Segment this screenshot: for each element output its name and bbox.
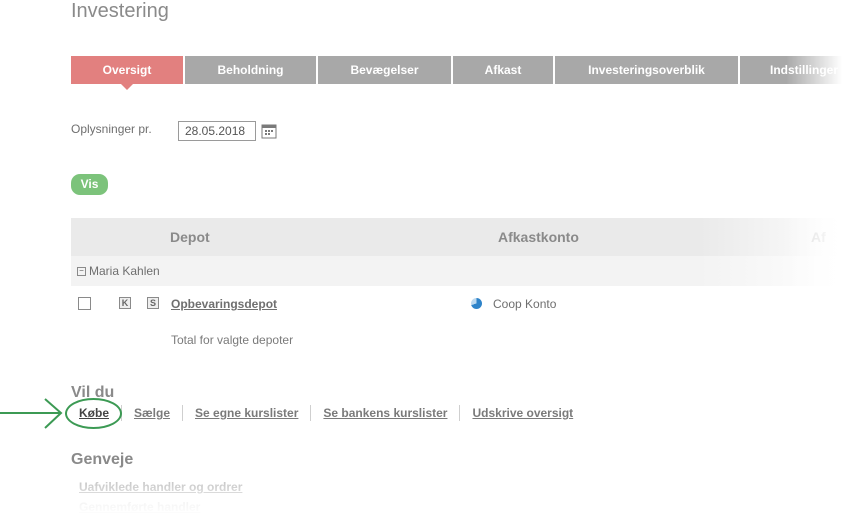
genveje-heading: Genveje	[71, 451, 134, 468]
action-links: Købe Sælge Se egne kurslister Se bankens…	[79, 405, 585, 421]
page-title: Investering	[71, 0, 169, 22]
collapse-icon[interactable]: −	[77, 267, 86, 276]
coop-icon	[471, 298, 482, 309]
table-header: Depot Afkastkonto Af	[71, 218, 856, 256]
own-price-lists-link[interactable]: Se egne kurslister	[182, 405, 310, 421]
tab-afkast[interactable]: Afkast	[453, 56, 553, 84]
k-badge-icon[interactable]: K	[119, 297, 131, 309]
row-checkbox[interactable]	[78, 297, 91, 310]
group-row: − Maria Kahlen	[71, 256, 856, 286]
header-depot: Depot	[170, 229, 210, 245]
depot-link[interactable]: Opbevaringsdepot	[171, 297, 277, 311]
tab-indstillinger[interactable]: Indstillinger	[740, 56, 856, 84]
group-name: Maria Kahlen	[89, 264, 160, 278]
tab-bevaegelser[interactable]: Bevægelser	[318, 56, 451, 84]
header-faded-column: Af	[811, 229, 826, 245]
completed-trades-link[interactable]: Gennemførte handler	[79, 500, 200, 514]
tab-oversigt[interactable]: Oversigt	[71, 56, 183, 90]
calendar-icon[interactable]	[261, 123, 277, 139]
arrow-icon	[0, 398, 63, 429]
tab-beholdning[interactable]: Beholdning	[185, 56, 316, 84]
vis-button[interactable]: Vis	[71, 174, 108, 195]
date-input[interactable]	[178, 121, 256, 141]
bank-price-lists-link[interactable]: Se bankens kurslister	[310, 405, 459, 421]
s-badge-icon[interactable]: S	[147, 297, 159, 309]
header-afkastkonto: Afkastkonto	[498, 229, 579, 245]
date-label: Oplysninger pr.	[71, 122, 152, 136]
print-overview-link[interactable]: Udskrive oversigt	[459, 405, 585, 421]
sell-link[interactable]: Sælge	[121, 405, 182, 421]
tab-investeringsoverblik[interactable]: Investeringsoverblik	[555, 56, 738, 84]
pending-trades-link[interactable]: Uafviklede handler og ordrer	[79, 480, 242, 494]
table-row: K S Opbevaringsdepot Coop Konto	[71, 286, 856, 322]
total-label: Total for valgte depoter	[171, 333, 294, 347]
afkastkonto-value: Coop Konto	[493, 297, 557, 311]
highlight-ellipse	[65, 398, 122, 429]
main-tabs: Oversigt Beholdning Bevægelser Afkast In…	[71, 56, 856, 90]
